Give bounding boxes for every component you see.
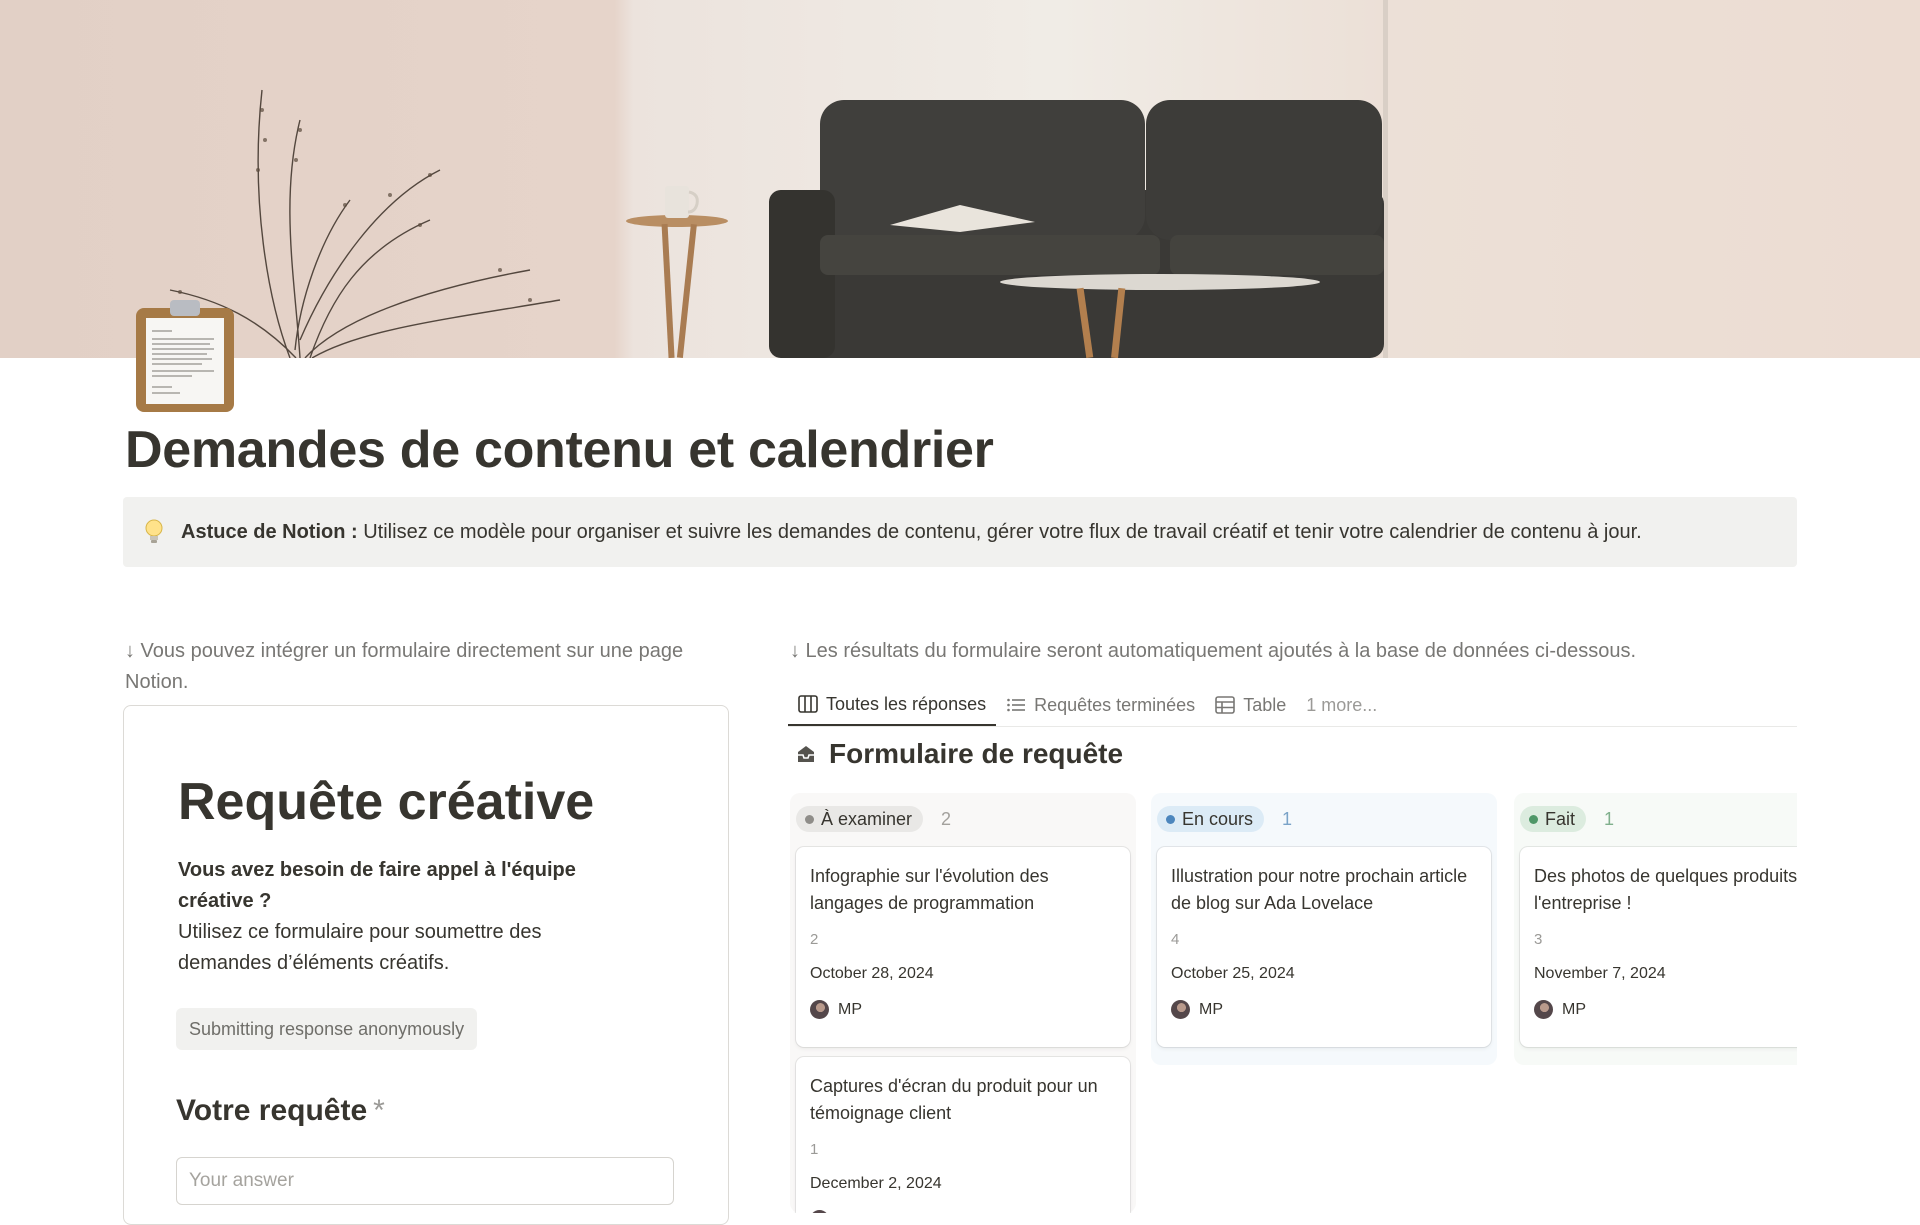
card-person: MP <box>810 1210 1116 1213</box>
embedded-form: Requête créative Vous avez besoin de fai… <box>123 705 729 1225</box>
column-count: 2 <box>941 808 952 829</box>
status-pill[interactable]: À examiner <box>796 806 924 832</box>
form-description: Vous avez besoin de faire appel à l'équi… <box>178 855 638 979</box>
tab-table[interactable]: Table <box>1205 684 1296 726</box>
answer-input[interactable] <box>176 1157 674 1205</box>
avatar <box>810 1000 829 1019</box>
status-label: Fait <box>1545 808 1576 829</box>
card-date: October 28, 2024 <box>810 965 934 982</box>
board-card[interactable]: Captures d'écran du produit pour un témo… <box>796 1057 1130 1213</box>
board-card[interactable]: Infographie sur l'évolution des langages… <box>796 847 1130 1047</box>
person-initials: MP <box>1199 1000 1223 1018</box>
board-icon <box>798 695 818 713</box>
card-number: 2 <box>810 931 819 948</box>
question-label: Votre requête * <box>176 1094 385 1128</box>
card-date: November 7, 2024 <box>1534 965 1666 982</box>
status-label: En cours <box>1182 808 1254 829</box>
status-label: À examiner <box>821 808 913 829</box>
card-person: MP <box>1171 1000 1477 1019</box>
avatar <box>810 1210 829 1213</box>
column-header: À examiner 2 <box>796 806 951 832</box>
status-dot <box>805 814 814 824</box>
card-number: 1 <box>810 1141 819 1158</box>
database-note: ↓ Les résultats du formulaire seront aut… <box>790 640 1637 662</box>
database-title: Formulaire de requête <box>795 738 1123 770</box>
status-pill[interactable]: Fait <box>1520 806 1587 832</box>
form-description-bold: Vous avez besoin de faire appel à l'équi… <box>178 859 576 912</box>
cover-image <box>0 0 1920 358</box>
card-title: Illustration pour notre prochain article… <box>1171 866 1468 913</box>
tab-more[interactable]: 1 more... <box>1296 684 1387 726</box>
card-person: MP <box>810 1000 1116 1019</box>
card-number: 4 <box>1171 931 1180 948</box>
column-count: 1 <box>1282 808 1293 829</box>
status-pill[interactable]: En cours <box>1157 806 1265 832</box>
inbox-tray-icon[interactable] <box>795 743 817 765</box>
card-title: Des photos de quelques produits de l'ent… <box>1534 866 1797 913</box>
column-header: En cours 1 <box>1157 806 1292 832</box>
card-date: December 2, 2024 <box>810 1175 942 1192</box>
callout-text: Utilisez ce modèle pour organiser et sui… <box>363 520 1642 543</box>
avatar <box>1534 1000 1553 1019</box>
view-tabs: Toutes les réponses Requêtes terminées T… <box>788 684 1797 727</box>
board-column-a-examiner: À examiner 2 Infographie sur l'évolution… <box>790 793 1136 1213</box>
tab-label: Table <box>1243 694 1287 715</box>
card-date: October 25, 2024 <box>1171 965 1295 982</box>
list-icon <box>1007 698 1026 712</box>
card-number: 3 <box>1534 931 1543 948</box>
person-initials: MP <box>838 1211 862 1214</box>
board-column-en-cours: En cours 1 Illustration pour notre proch… <box>1151 793 1497 1065</box>
board-column-fait: Fait 1 Des photos de quelques produits d… <box>1514 793 1797 1065</box>
page-title[interactable]: Demandes de contenu et calendrier <box>125 420 994 480</box>
form-title: Requête créative <box>178 773 595 831</box>
tab-toutes-les-reponses[interactable]: Toutes les réponses <box>788 684 997 726</box>
callout-label: Astuce de Notion : <box>181 520 358 543</box>
avatar <box>1171 1000 1190 1019</box>
tab-label: Toutes les réponses <box>826 693 987 714</box>
tab-requetes-terminees[interactable]: Requêtes terminées <box>996 684 1205 726</box>
clipboard-icon[interactable] <box>134 298 238 414</box>
card-title: Captures d'écran du produit pour un témo… <box>810 1076 1098 1123</box>
anonymous-badge: Submitting response anonymously <box>176 1008 478 1050</box>
status-dot <box>1166 814 1175 824</box>
card-person: MP <box>1534 1000 1797 1019</box>
board-card[interactable]: Des photos de quelques produits de l'ent… <box>1520 847 1797 1047</box>
column-count: 1 <box>1604 808 1615 829</box>
tab-label: Requêtes terminées <box>1034 694 1196 715</box>
database-title-text[interactable]: Formulaire de requête <box>829 738 1123 770</box>
kanban-board: À examiner 2 Infographie sur l'évolution… <box>790 793 1797 1213</box>
person-initials: MP <box>1562 1000 1586 1018</box>
table-icon <box>1215 696 1235 714</box>
status-dot <box>1529 814 1538 824</box>
callout: Astuce de Notion : Utilisez ce modèle po… <box>123 497 1797 567</box>
required-mark: * <box>373 1094 385 1127</box>
column-header: Fait 1 <box>1520 806 1614 832</box>
form-description-text: Utilisez ce formulaire pour soumettre de… <box>178 921 542 974</box>
card-title: Infographie sur l'évolution des langages… <box>810 866 1049 913</box>
question-text: Votre requête <box>176 1094 368 1127</box>
lightbulb-icon <box>145 519 163 543</box>
person-initials: MP <box>838 1000 862 1018</box>
board-card[interactable]: Illustration pour notre prochain article… <box>1157 847 1491 1047</box>
form-embed-note: ↓ Vous pouvez intégrer un formulaire dir… <box>125 640 684 693</box>
